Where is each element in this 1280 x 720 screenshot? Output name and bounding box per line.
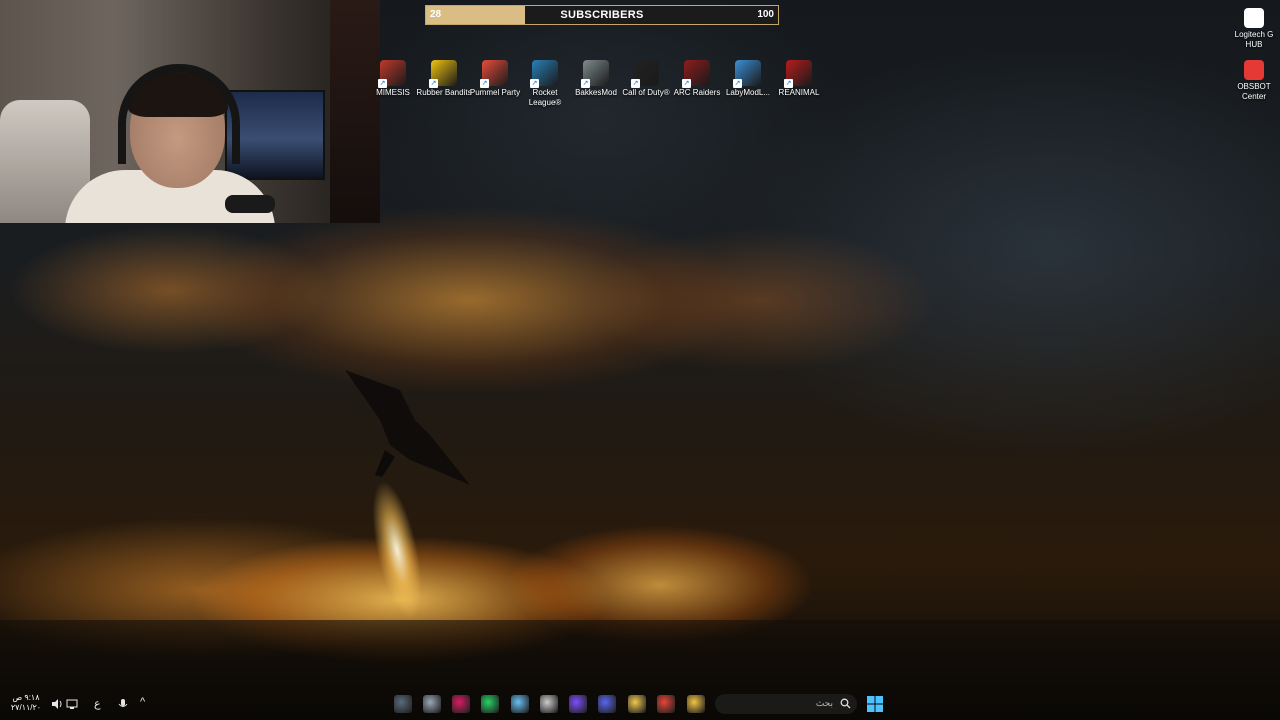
bakkesmod-icon: ↗: [581, 60, 609, 88]
desktop-icon-mimesis[interactable]: ↗ MIMESIS: [365, 60, 421, 98]
clock-time: ٩:١٨ ص: [12, 693, 40, 702]
logitech-g-hub-icon: [1244, 8, 1264, 28]
shortcut-arrow-icon: ↗: [581, 79, 590, 88]
desktop-icon-labymod[interactable]: ↗ LabyModL...: [720, 60, 776, 98]
desktop-icon-label: LabyModL...: [725, 88, 771, 97]
network-icon[interactable]: [66, 698, 78, 710]
shortcut-arrow-icon: ↗: [733, 79, 742, 88]
windows-start-icon[interactable]: [867, 696, 883, 712]
shortcut-arrow-icon: ↗: [631, 79, 640, 88]
arc-raiders-icon: ↗: [682, 60, 710, 88]
search-icon: [840, 698, 851, 709]
desktop-icon-obsbot-center[interactable]: OBSBOT Center: [1226, 60, 1280, 102]
desktop-icon-label: Logitech G HUB: [1234, 30, 1274, 49]
whatsapp-icon[interactable]: [481, 695, 499, 713]
microphone: [225, 195, 275, 213]
mimesis-icon: ↗: [378, 60, 406, 88]
subscriber-goal-label: SUBSCRIBERS: [560, 9, 644, 21]
shortcut-arrow-icon: ↗: [784, 79, 793, 88]
desktop-icon-rubber-bandits[interactable]: ↗ Rubber Bandits: [416, 60, 472, 98]
taskbar-clock[interactable]: ٩:١٨ ص ٢٧/١١/٢٠: [8, 693, 44, 713]
shortcut-arrow-icon: ↗: [480, 79, 489, 88]
desktop-icon-label: Rubber Bandits: [416, 88, 472, 97]
subscriber-goal-bar: 28 SUBSCRIBERS 100: [425, 5, 779, 25]
call-of-duty-icon: ↗: [631, 60, 659, 88]
show-hidden-icons-chevron[interactable]: ^: [140, 696, 145, 708]
clock-date: ٢٧/١١/٢٠: [10, 703, 42, 712]
microphone-icon[interactable]: [118, 698, 128, 710]
store-icon[interactable]: [628, 695, 646, 713]
rubber-bandits-icon: ↗: [429, 60, 457, 88]
webcam-overlay: [0, 0, 380, 223]
volume-icon[interactable]: [51, 698, 63, 710]
desktop-icon-label: ARC Raiders: [673, 88, 721, 97]
affinity-icon[interactable]: [452, 695, 470, 713]
reanimal-icon: ↗: [784, 60, 812, 88]
language-indicator[interactable]: ع: [94, 697, 101, 710]
rocket-league-icon: ↗: [530, 60, 558, 88]
labymod-icon: ↗: [733, 60, 761, 88]
desktop-icon-logitech-g-hub[interactable]: Logitech G HUB: [1226, 8, 1280, 50]
desktop-icon-arc-raiders[interactable]: ↗ ARC Raiders: [669, 60, 725, 98]
desktop-icon-label: BakkesMod: [575, 88, 617, 97]
unity-icon[interactable]: [540, 695, 558, 713]
desktop-icon-label: OBSBOT Center: [1237, 82, 1271, 101]
shortcut-arrow-icon: ↗: [530, 79, 539, 88]
desktop-icon-label: Pummel Party: [469, 88, 521, 97]
shortcut-arrow-icon: ↗: [682, 79, 691, 88]
desktop-icon-bakkesmod[interactable]: ↗ BakkesMod: [568, 60, 624, 98]
desktop-icon-label: MIMESIS: [376, 88, 410, 97]
desktop-icon-label: REANIMAL: [778, 88, 820, 97]
desktop-icon-label: Rocket League®: [528, 88, 562, 107]
desktop-icon-rocket-league[interactable]: ↗ Rocket League®: [517, 60, 573, 108]
desktop-icon-reanimal[interactable]: ↗ REANIMAL: [771, 60, 827, 98]
snipping-tool-icon[interactable]: [394, 695, 412, 713]
folder-icon[interactable]: [687, 695, 705, 713]
shortcut-arrow-icon: ↗: [378, 79, 387, 88]
taskbar-search-box[interactable]: بحث: [715, 694, 857, 714]
webcam-shelf: [330, 0, 380, 223]
pummel-party-icon: ↗: [480, 60, 508, 88]
search-placeholder: بحث: [815, 698, 833, 708]
dragon-silhouette: [345, 370, 470, 485]
shortcut-arrow-icon: ↗: [429, 79, 438, 88]
sp-app-icon[interactable]: [569, 695, 587, 713]
desktop-icon-label: Call of Duty®: [622, 88, 670, 97]
steam-icon[interactable]: [511, 695, 529, 713]
chrome-icon[interactable]: [657, 695, 675, 713]
desktop-icon-pummel-party[interactable]: ↗ Pummel Party: [467, 60, 523, 98]
subscriber-goal-target: 100: [757, 9, 774, 20]
webcam-monitor: [225, 90, 325, 180]
obsbot-center-icon: [1244, 60, 1264, 80]
gear-icon[interactable]: [423, 695, 441, 713]
discord-icon[interactable]: [598, 695, 616, 713]
desktop-icon-call-of-duty[interactable]: ↗ Call of Duty®: [618, 60, 674, 98]
